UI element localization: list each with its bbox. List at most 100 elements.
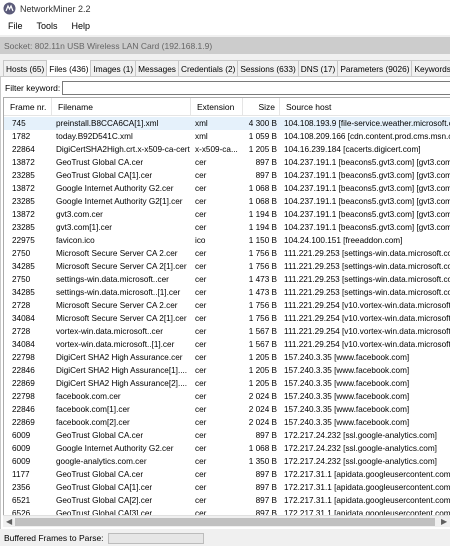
source-host-cell: 157.240.3.35 [www.facebook.com]	[284, 379, 410, 388]
extension-cell: cer	[195, 184, 207, 193]
size-cell: 1 205 B	[248, 145, 277, 154]
frame-cell: 22846	[12, 366, 35, 375]
filename-cell: facebook.com[1].cer	[56, 405, 130, 414]
scrollbar-thumb[interactable]	[15, 518, 435, 526]
source-host-cell: 111.221.29.254 [v10.vortex-win.data.micr…	[284, 301, 450, 310]
table-row[interactable]: 22869 DigiCert SHA2 High Assurance[2]....…	[4, 377, 450, 390]
filename-cell: Microsoft Secure Server CA 2.cer	[56, 249, 178, 258]
tab-sessions[interactable]: Sessions (633)	[237, 60, 299, 76]
table-row[interactable]: 2750 Microsoft Secure Server CA 2.cer cer 1…	[4, 247, 450, 260]
table-row[interactable]: 1782 today.B92D541C.xml xml 1 059 B 104.108.…	[4, 130, 450, 143]
table-row[interactable]: 22798 DigiCert SHA2 High Assurance.cer cer…	[4, 351, 450, 364]
frame-cell: 13872	[12, 184, 35, 193]
tab-parameters[interactable]: Parameters (9026)	[337, 60, 413, 76]
filter-keyword-input[interactable]	[62, 80, 450, 95]
column-header-filename[interactable]: Filename	[52, 98, 191, 116]
extension-cell: cer	[195, 405, 207, 414]
table-row[interactable]: 2750 settings-win.data.microsoft..cer cer 1…	[4, 273, 450, 286]
extension-cell: cer	[195, 353, 207, 362]
tab-hosts[interactable]: Hosts (65)	[3, 60, 48, 76]
table-row[interactable]: 2728 vortex-win.data.microsoft..cer cer 1 5…	[4, 325, 450, 338]
size-cell: 897 B	[255, 431, 277, 440]
table-row[interactable]: 34084 Microsoft Secure Server CA 2[1].cer…	[4, 312, 450, 325]
extension-cell: cer	[195, 223, 207, 232]
size-cell: 2 024 B	[248, 405, 277, 414]
table-row[interactable]: 23285 gvt3.com[1].cer cer 1 194 B 104.237.19…	[4, 221, 450, 234]
extension-cell: xml	[195, 132, 208, 141]
table-row[interactable]: 13872 gvt3.com.cer cer 1 194 B 104.237.191.1…	[4, 208, 450, 221]
extension-cell: cer	[195, 366, 207, 375]
table-row[interactable]: 23285 GeoTrust Global CA[1].cer cer 897 B 10…	[4, 169, 450, 182]
table-row[interactable]: 34285 Microsoft Secure Server CA 2[1].cer…	[4, 260, 450, 273]
extension-cell: cer	[195, 249, 207, 258]
table-row[interactable]: 6521 GeoTrust Global CA[2].cer cer 897 B 172…	[4, 494, 450, 507]
table-row[interactable]: 22846 DigiCert SHA2 High Assurance[1]....…	[4, 364, 450, 377]
table-row[interactable]: 22975 favicon.ico ico 1 150 B 104.24.100.151…	[4, 234, 450, 247]
extension-cell: xml	[195, 119, 208, 128]
frame-cell: 1177	[12, 470, 30, 479]
socket-selector[interactable]: Socket: 802.11n USB Wireless LAN Card (1…	[0, 37, 450, 54]
frame-cell: 34285	[12, 262, 35, 271]
menu-tools[interactable]: Tools	[30, 21, 65, 31]
tab-messages[interactable]: Messages	[135, 60, 179, 76]
scroll-left-icon[interactable]: ◀	[6, 517, 12, 526]
extension-cell: cer	[195, 340, 207, 349]
size-cell: 4 300 B	[248, 119, 277, 128]
table-row[interactable]: 6009 Google Internet Authority G2.cer cer 1…	[4, 442, 450, 455]
size-cell: 1 205 B	[248, 353, 277, 362]
menu-help[interactable]: Help	[65, 21, 98, 31]
menu-file[interactable]: File	[0, 21, 30, 31]
extension-cell: cer	[195, 392, 207, 401]
tab-images[interactable]: Images (1)	[90, 60, 137, 76]
table-row[interactable]: 22846 facebook.com[1].cer cer 2 024 B 157.24…	[4, 403, 450, 416]
frame-cell: 13872	[12, 158, 35, 167]
filename-cell: GeoTrust Global CA[1].cer	[56, 483, 153, 492]
table-row[interactable]: 2356 GeoTrust Global CA[1].cer cer 897 B 172…	[4, 481, 450, 494]
tab-credentials[interactable]: Credentials (2)	[177, 60, 239, 76]
filename-cell: GeoTrust Global CA[2].cer	[56, 496, 153, 505]
table-row[interactable]: 1177 GeoTrust Global CA.cer cer 897 B 172.21…	[4, 468, 450, 481]
tab-dns[interactable]: DNS (17)	[297, 60, 339, 76]
extension-cell: cer	[195, 418, 207, 427]
filename-cell: DigiCert SHA2 High Assurance[1]....	[56, 366, 188, 375]
size-cell: 897 B	[255, 158, 277, 167]
horizontal-scrollbar[interactable]: ◀ ▶	[3, 515, 450, 527]
filename-cell: GeoTrust Global CA[1].cer	[56, 171, 153, 180]
table-row[interactable]: 22798 facebook.com.cer cer 2 024 B 157.240.3…	[4, 390, 450, 403]
frame-cell: 23285	[12, 171, 35, 180]
table-row[interactable]: 22869 facebook.com[2].cer cer 2 024 B 157.24…	[4, 416, 450, 429]
extension-cell: cer	[195, 483, 207, 492]
table-row[interactable]: 22864 DigiCertSHA2High.crt.x-x509-ca-cert…	[4, 143, 450, 156]
tab-keywords[interactable]: Keywords	[411, 60, 450, 76]
filename-cell: facebook.com[2].cer	[56, 418, 130, 427]
table-row[interactable]: 23285 Google Internet Authority G2[1].cer…	[4, 195, 450, 208]
tab-files[interactable]: Files (436)	[46, 60, 92, 76]
source-host-cell: 104.24.100.151 [freeaddon.com]	[284, 236, 403, 245]
scroll-right-icon[interactable]: ▶	[441, 517, 447, 526]
column-header-frame[interactable]: Frame nr.	[4, 98, 52, 116]
table-row[interactable]: 6009 google-analytics.com.cer cer 1 350 B 17…	[4, 455, 450, 468]
table-row[interactable]: 2728 Microsoft Secure Server CA 2.cer cer 1…	[4, 299, 450, 312]
column-header-size[interactable]: Size	[243, 98, 280, 116]
menu-bar: File Tools Help	[0, 17, 450, 35]
frame-cell: 22864	[12, 145, 35, 154]
filename-cell: favicon.ico	[56, 236, 95, 245]
source-host-cell: 104.237.191.1 [beacons5.gvt3.com] [gvt3.…	[284, 158, 450, 167]
source-host-cell: 111.221.29.254 [v10.vortex-win.data.micr…	[284, 314, 450, 323]
table-row[interactable]: 6009 GeoTrust Global CA.cer cer 897 B 172.21…	[4, 429, 450, 442]
table-row[interactable]: 13872 Google Internet Authority G2.cer cer…	[4, 182, 450, 195]
frame-cell: 2750	[12, 275, 31, 284]
source-host-cell: 172.217.24.232 [ssl.google-analytics.com…	[284, 457, 437, 466]
size-cell: 1 194 B	[248, 223, 277, 232]
column-header-extension[interactable]: Extension	[191, 98, 243, 116]
table-row[interactable]: 13872 GeoTrust Global CA.cer cer 897 B 104.2…	[4, 156, 450, 169]
table-row[interactable]: 745 preinstall.B8CCA6CA[1].xml xml 4 300 B 1…	[4, 117, 450, 130]
filename-cell: Microsoft Secure Server CA 2.cer	[56, 301, 178, 310]
title-bar: NetworkMiner 2.2	[0, 0, 450, 17]
filename-cell: google-analytics.com.cer	[56, 457, 147, 466]
table-row[interactable]: 34084 vortex-win.data.microsoft..[1].cer c…	[4, 338, 450, 351]
table-row[interactable]: 34285 settings-win.data.microsoft..[1].ce…	[4, 286, 450, 299]
frame-cell: 745	[12, 119, 26, 128]
size-cell: 1 150 B	[248, 236, 277, 245]
column-header-source-host[interactable]: Source host	[280, 98, 450, 116]
